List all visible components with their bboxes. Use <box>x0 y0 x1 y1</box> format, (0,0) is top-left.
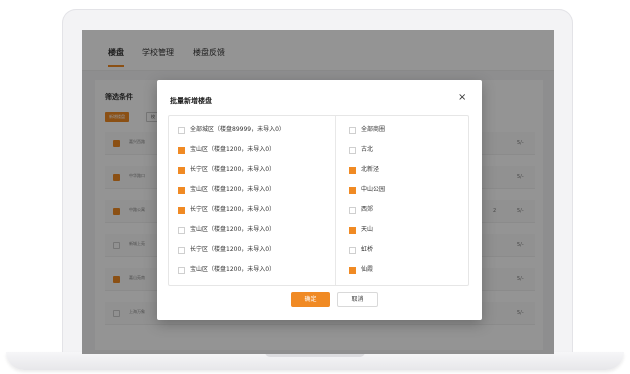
option-label: 全部城区（楼盘89999，未导入0） <box>190 126 285 133</box>
checkbox[interactable] <box>178 247 185 254</box>
checkbox[interactable] <box>349 227 356 234</box>
batch-add-modal: 批量新增楼盘 × 全部城区（楼盘89999，未导入0） 宝山区（楼盘1200，未… <box>157 80 482 320</box>
option-label: 长宁区（楼盘1200，未导入0） <box>190 206 276 213</box>
checkbox[interactable] <box>178 227 185 234</box>
checkbox[interactable] <box>178 127 185 134</box>
checkbox[interactable] <box>178 267 185 274</box>
option-label: 全部商圈 <box>361 126 386 133</box>
option-label: 长宁区（楼盘1200，未导入0） <box>190 166 276 173</box>
checkbox[interactable] <box>178 187 185 194</box>
checkbox[interactable] <box>178 147 185 154</box>
checkbox[interactable] <box>349 247 356 254</box>
option-label: 西郊 <box>361 206 374 213</box>
option-label: 宝山区（楼盘1200，未导入0） <box>190 226 276 233</box>
option-label: 宝山区（楼盘1200，未导入0） <box>190 146 276 153</box>
checkbox[interactable] <box>349 147 356 154</box>
confirm-button[interactable]: 确定 <box>291 292 330 307</box>
checkbox[interactable] <box>349 167 356 174</box>
option-label: 中山公园 <box>361 186 386 193</box>
option-label: 宝山区（楼盘1200，未导入0） <box>190 266 276 273</box>
modal-title: 批量新增楼盘 <box>170 97 212 105</box>
checkbox[interactable] <box>178 167 185 174</box>
option-label: 古北 <box>361 146 374 153</box>
option-label: 天山 <box>361 226 374 233</box>
checkbox[interactable] <box>349 267 356 274</box>
option-label: 北新泾 <box>361 166 380 173</box>
checkbox[interactable] <box>178 207 185 214</box>
cancel-button[interactable]: 取消 <box>337 292 378 307</box>
option-label: 虹桥 <box>361 246 374 253</box>
close-icon[interactable]: × <box>458 92 466 103</box>
option-label: 仙霞 <box>361 266 374 273</box>
column-divider <box>335 116 336 285</box>
checkbox[interactable] <box>349 127 356 134</box>
option-label: 宝山区（楼盘1200，未导入0） <box>190 186 276 193</box>
checkbox[interactable] <box>349 207 356 214</box>
option-label: 长宁区（楼盘1200，未导入0） <box>190 246 276 253</box>
checkbox[interactable] <box>349 187 356 194</box>
options-box: 全部城区（楼盘89999，未导入0） 宝山区（楼盘1200，未导入0） 长宁区（… <box>168 115 469 286</box>
